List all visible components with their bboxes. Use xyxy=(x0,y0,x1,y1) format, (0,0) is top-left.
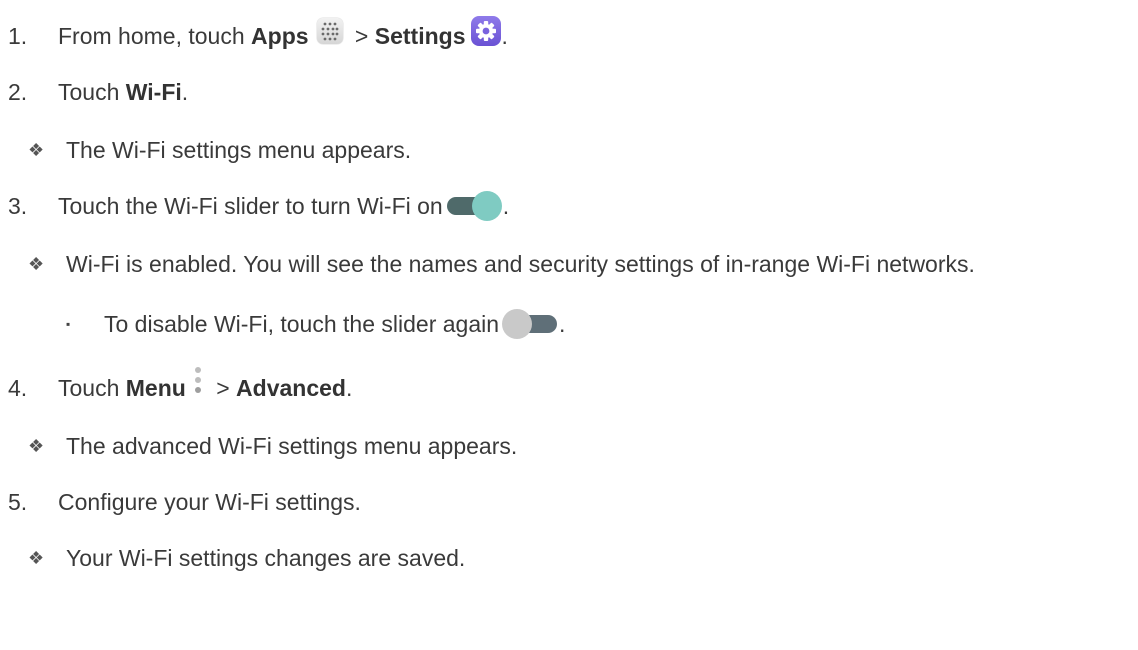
step-3: 3. Touch the Wi-Fi slider to turn Wi-Fi … xyxy=(8,186,509,226)
sub-note: ▪ To disable Wi-Fi, touch the slider aga… xyxy=(66,304,565,344)
separator: > xyxy=(209,374,237,401)
diamond-bullet-icon: ❖ xyxy=(28,547,45,568)
result-3: ❖ The advanced Wi-Fi settings menu appea… xyxy=(28,426,517,466)
step-suffix: . xyxy=(181,78,189,105)
step-5: 5. Configure your Wi-Fi settings. xyxy=(8,482,361,522)
separator: > xyxy=(348,22,375,49)
step-suffix: . xyxy=(345,374,353,401)
square-bullet-icon: ▪ xyxy=(66,317,71,331)
diamond-bullet-icon: ❖ xyxy=(28,435,45,456)
step-number: 2. xyxy=(8,78,28,105)
step-number: 1. xyxy=(8,22,28,49)
result-text: Your Wi-Fi settings changes are saved. xyxy=(66,544,466,571)
step-text: Configure your Wi-Fi settings. xyxy=(58,488,361,515)
apps-grid-icon xyxy=(316,18,343,44)
step-text: Touch xyxy=(58,78,126,105)
apps-label: Apps xyxy=(251,22,309,49)
note-text: To disable Wi-Fi, touch the slider again xyxy=(104,310,500,337)
result-1: ❖ The Wi-Fi settings menu appears. xyxy=(28,130,411,170)
step-suffix: . xyxy=(502,192,510,219)
result-text: The Wi-Fi settings menu appears. xyxy=(66,136,412,163)
menu-label: Menu xyxy=(125,374,186,401)
step-number: 5. xyxy=(8,488,28,515)
step-2: 2. Touch Wi-Fi . xyxy=(8,72,188,112)
diamond-bullet-icon: ❖ xyxy=(28,139,45,160)
step-number: 3. xyxy=(8,192,28,219)
result-2: ❖ Wi-Fi is enabled. You will see the nam… xyxy=(28,244,975,284)
menu-dots-icon xyxy=(192,362,204,402)
result-text: The advanced Wi-Fi settings menu appears… xyxy=(66,432,518,459)
advanced-label: Advanced xyxy=(236,374,346,401)
settings-label: Settings xyxy=(374,22,466,49)
step-suffix: . xyxy=(501,22,508,49)
settings-gear-icon xyxy=(471,16,502,46)
note-suffix: . xyxy=(559,310,566,337)
diamond-bullet-icon: ❖ xyxy=(28,253,45,274)
step-text: Touch xyxy=(58,374,126,401)
result-4: ❖ Your Wi-Fi settings changes are saved. xyxy=(28,538,465,578)
result-text: Wi-Fi is enabled. You will see the names… xyxy=(66,250,975,277)
step-number: 4. xyxy=(8,374,28,401)
step-1: 1. From home, touch Apps > Settings . xyxy=(8,16,508,56)
step-text: From home, touch xyxy=(58,22,252,49)
step-text: Touch the Wi-Fi slider to turn Wi-Fi on xyxy=(58,192,443,219)
toggle-on-icon xyxy=(445,190,503,222)
wifi-label: Wi-Fi xyxy=(125,78,182,105)
step-4: 4. Touch Menu > Advanced . xyxy=(8,364,352,412)
toggle-off-icon xyxy=(501,308,559,340)
